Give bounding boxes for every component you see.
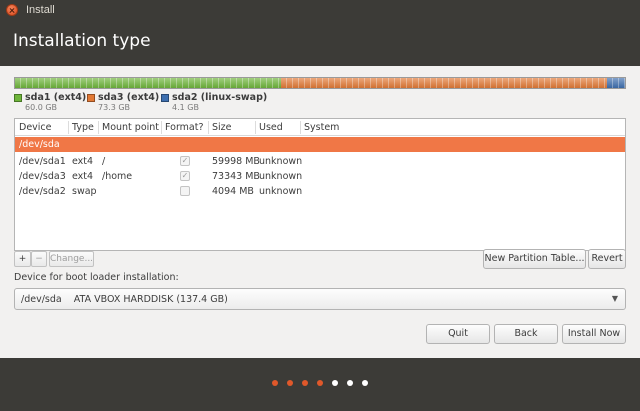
cell-mount: /home (102, 171, 133, 182)
progress-dot (332, 380, 338, 386)
legend-size: 73.3 GB (98, 103, 131, 112)
column-divider (255, 121, 256, 134)
dropdown-arrow-icon: ▼ (611, 294, 618, 303)
format-checkbox[interactable]: ✓ (180, 171, 190, 181)
cell-mount: / (102, 156, 106, 167)
bootloader-label: Device for boot loader installation: (14, 272, 179, 283)
column-divider (300, 121, 301, 134)
bootloader-device-select[interactable]: /dev/sda ATA VBOX HARDDISK (137.4 GB) ▼ (14, 288, 626, 310)
legend-name: sda2 (linux-swap) (172, 92, 268, 103)
progress-dot (317, 380, 323, 386)
page-header: Installation type (0, 20, 640, 66)
install-now-button[interactable]: Install Now (562, 324, 626, 344)
legend-size: 60.0 GB (25, 103, 58, 112)
col-size[interactable]: Size (212, 122, 232, 133)
column-divider (161, 121, 162, 134)
change-partition-button[interactable]: Change... (49, 251, 94, 267)
cell-size: 59998 MB (212, 156, 260, 167)
cell-used: unknown (259, 186, 303, 197)
cell-used: unknown (259, 171, 303, 182)
cell-type: ext4 (72, 156, 94, 167)
legend-name: sda3 (ext4) (98, 92, 160, 103)
partition-table[interactable]: Device Type Mount point Format? Size Use… (14, 118, 626, 251)
progress-dot (362, 380, 368, 386)
legend-swatch (14, 94, 22, 102)
window-titlebar: Install (0, 0, 640, 20)
cell-type: ext4 (72, 171, 94, 182)
partition-segment-3 (606, 78, 625, 88)
legend-swatch (161, 94, 169, 102)
close-icon[interactable] (6, 4, 18, 16)
progress-dot (287, 380, 293, 386)
cell-device: /dev/sda2 (19, 186, 66, 197)
column-divider (68, 121, 69, 134)
col-used[interactable]: Used (259, 122, 283, 133)
bootloader-selected-value: /dev/sda ATA VBOX HARDDISK (137.4 GB) (21, 294, 228, 305)
main-panel: sda1 (ext4) 60.0 GB sda3 (ext4) 73.3 GB … (0, 66, 640, 358)
col-mount-point[interactable]: Mount point (102, 122, 159, 133)
progress-footer (0, 358, 640, 411)
partition-segment-1 (15, 78, 282, 88)
table-row-dev-sda1[interactable]: /dev/sda1 ext4 / ✓ 59998 MB unknown (15, 154, 625, 169)
window-title: Install (26, 4, 55, 16)
table-row-dev-sda[interactable]: /dev/sda (15, 137, 625, 152)
legend-swatch (87, 94, 95, 102)
col-system[interactable]: System (304, 122, 339, 133)
legend-size: 4.1 GB (172, 103, 199, 112)
column-divider (208, 121, 209, 134)
col-format[interactable]: Format? (165, 122, 204, 133)
add-partition-button[interactable]: + (14, 251, 31, 267)
revert-button[interactable]: Revert (588, 249, 626, 269)
back-button[interactable]: Back (494, 324, 558, 344)
cell-type: swap (72, 186, 97, 197)
progress-dot (302, 380, 308, 386)
col-device[interactable]: Device (19, 122, 52, 133)
progress-dot (272, 380, 278, 386)
cell-device: /dev/sda (19, 139, 60, 150)
column-divider (98, 121, 99, 134)
page-title: Installation type (13, 31, 151, 51)
legend-name: sda1 (ext4) (25, 92, 87, 103)
cell-device: /dev/sda1 (19, 156, 66, 167)
progress-dot (347, 380, 353, 386)
format-checkbox[interactable]: ✓ (180, 156, 190, 166)
cell-device: /dev/sda3 (19, 171, 66, 182)
new-partition-table-button[interactable]: New Partition Table... (483, 249, 586, 269)
partition-bar (14, 77, 626, 89)
cell-size: 4094 MB (212, 186, 254, 197)
col-type[interactable]: Type (72, 122, 94, 133)
remove-partition-button[interactable]: − (31, 251, 47, 267)
cell-size: 73343 MB (212, 171, 260, 182)
cell-used: unknown (259, 156, 303, 167)
partition-segment-2 (281, 78, 608, 88)
table-header: Device Type Mount point Format? Size Use… (15, 119, 625, 136)
table-row-dev-sda3[interactable]: /dev/sda3 ext4 /home ✓ 73343 MB unknown (15, 169, 625, 184)
table-row-dev-sda2[interactable]: /dev/sda2 swap 4094 MB unknown (15, 184, 625, 199)
format-checkbox[interactable] (180, 186, 190, 196)
quit-button[interactable]: Quit (426, 324, 490, 344)
